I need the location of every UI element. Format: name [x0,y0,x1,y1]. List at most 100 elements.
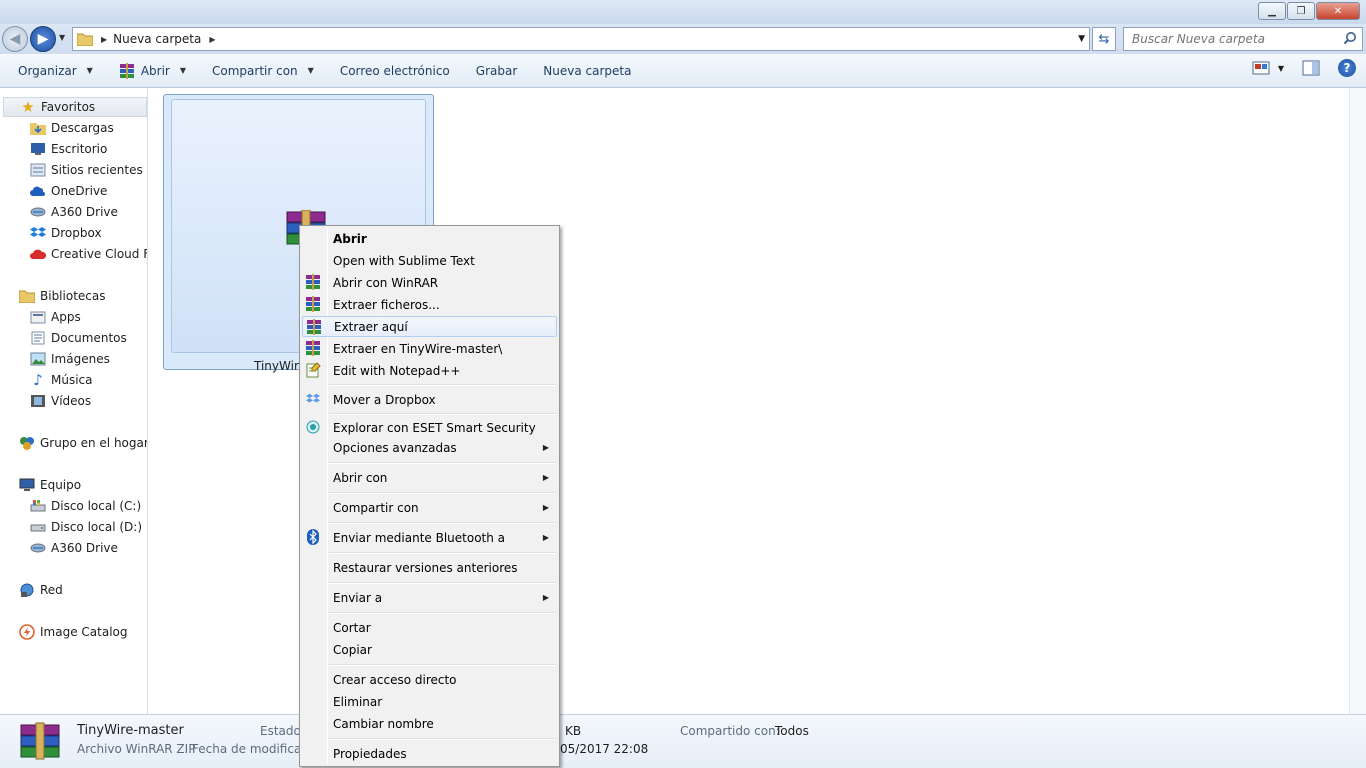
menu-item-move-to-dropbox[interactable]: Mover a Dropbox [302,389,557,410]
winrar-icon [305,274,321,290]
menu-item-label: Abrir con [333,470,388,485]
nav-item-pictures[interactable]: Imágenes [30,349,110,369]
breadcrumb-chevron-icon[interactable]: ▶ [209,35,215,44]
menu-item-cut[interactable]: Cortar [302,617,557,638]
menu-item-share-with[interactable]: Compartir con ▶ [302,497,557,518]
share-with-button[interactable]: Compartir con ▼ [199,58,327,84]
refresh-button[interactable]: ⇆ [1092,27,1116,51]
details-size-value: KB [565,724,582,738]
nav-item-disk-d[interactable]: Disco local (D:) [30,517,142,537]
menu-item-extract-files[interactable]: Extraer ficheros... [302,294,557,315]
menu-item-edit-notepadpp[interactable]: Edit with Notepad++ [302,360,557,381]
search-box[interactable] [1123,27,1363,51]
dropbox-icon [305,391,321,407]
winrar-icon [306,319,322,335]
menu-item-open[interactable]: Abrir [302,228,557,249]
menu-item-advanced-options[interactable]: Opciones avanzadas ▶ [302,437,557,458]
cloud-icon [30,183,46,199]
star-icon: ★ [21,98,35,116]
breadcrumb[interactable]: Nueva carpeta [113,32,201,46]
menu-separator [329,522,556,524]
network-icon [19,582,35,598]
search-input[interactable] [1124,28,1334,50]
nav-item-label: Disco local (D:) [51,520,143,534]
new-folder-label: Nueva carpeta [543,63,632,78]
maximize-button[interactable]: ❐ [1287,2,1315,20]
preview-pane-icon[interactable] [1302,60,1320,76]
nav-item-documents[interactable]: Documentos [30,328,127,348]
menu-item-extract-to-folder[interactable]: Extraer en TinyWire-master\ [302,338,557,359]
recent-pages-dropdown[interactable]: ▼ [59,33,65,42]
computer-icon [19,477,35,493]
email-label: Correo electrónico [339,63,450,78]
menu-item-label: Extraer aquí [334,319,408,334]
menu-item-open-with[interactable]: Abrir con ▶ [302,467,557,488]
menu-item-send-to[interactable]: Enviar a ▶ [302,587,557,608]
menu-item-create-shortcut[interactable]: Crear acceso directo [302,669,557,690]
nav-item-recent-places[interactable]: Sitios recientes [30,160,143,180]
homegroup-icon [19,435,35,451]
nav-item-desktop[interactable]: Escritorio [30,139,107,159]
menu-separator [329,413,556,415]
nav-homegroup[interactable]: Grupo en el hogar [19,433,147,453]
menu-item-extract-here[interactable]: Extraer aquí [302,316,557,337]
nav-item-label: Documentos [51,331,127,345]
navigation-pane: ★ Favoritos Descargas Escritorio Sitios … [0,88,148,714]
eset-icon [305,419,321,435]
menu-item-open-winrar[interactable]: Abrir con WinRAR [302,272,557,293]
back-button[interactable]: ◀ [2,26,28,52]
menu-item-open-sublime[interactable]: Open with Sublime Text [302,250,557,271]
menu-item-properties[interactable]: Propiedades [302,743,557,764]
minimize-button[interactable]: ▁ [1258,2,1286,20]
nav-item-videos[interactable]: Vídeos [30,391,91,411]
network-drive-icon [30,540,46,556]
address-dropdown-icon[interactable]: ▼ [1078,34,1085,44]
menu-item-label: Extraer ficheros... [333,297,440,312]
menu-item-send-bluetooth[interactable]: Enviar mediante Bluetooth a ▶ [302,527,557,548]
address-bar[interactable]: ▶ Nueva carpeta ▶ ▼ [72,27,1090,51]
nav-item-downloads[interactable]: Descargas [30,118,114,138]
menu-item-label: Cortar [333,620,371,635]
menu-item-copy[interactable]: Copiar [302,639,557,660]
nav-network[interactable]: Red [19,580,63,600]
organize-button[interactable]: Organizar ▼ [0,58,106,84]
menu-separator [329,738,556,740]
menu-item-label: Copiar [333,642,372,657]
view-icon [1252,61,1270,75]
menu-item-restore-versions[interactable]: Restaurar versiones anteriores [302,557,557,578]
forward-button[interactable]: ▶ [30,26,56,52]
address-row: ◀ ▶ ▼ ▶ Nueva carpeta ▶ ▼ ⇆ [0,24,1366,54]
nav-item-apps[interactable]: Apps [30,307,81,327]
nav-item-creative-cloud[interactable]: Creative Cloud Files [30,244,147,264]
menu-separator [329,664,556,666]
nav-image-catalog[interactable]: Image Catalog [19,622,127,642]
network-drive-icon [30,204,46,220]
nav-item-a360-drive[interactable]: A360 Drive [30,202,118,222]
menu-item-eset-scan[interactable]: Explorar con ESET Smart Security [302,417,557,438]
nav-item-a360-drive-2[interactable]: A360 Drive [30,538,118,558]
nav-item-disk-c[interactable]: Disco local (C:) [30,496,141,516]
close-button[interactable]: ✕ [1316,2,1360,20]
music-note-icon: ♪ [33,371,43,389]
email-button[interactable]: Correo electrónico [327,58,463,84]
nav-favorites[interactable]: ★ Favoritos [3,97,147,117]
nav-item-dropbox[interactable]: Dropbox [30,223,102,243]
open-button[interactable]: Abrir ▼ [106,58,199,84]
breadcrumb-separator-icon[interactable]: ▶ [101,35,107,44]
nav-libraries[interactable]: Bibliotecas [19,286,105,306]
winrar-icon [305,296,321,312]
nav-item-music[interactable]: ♪ Música [30,370,92,390]
burn-button[interactable]: Grabar [463,58,531,84]
nav-libraries-label: Bibliotecas [40,289,106,303]
nav-item-onedrive[interactable]: OneDrive [30,181,107,201]
search-icon[interactable] [1343,31,1357,45]
nav-item-label: Disco local (C:) [51,499,142,513]
help-icon[interactable]: ? [1338,59,1356,77]
menu-item-label: Enviar a [333,590,383,605]
change-view-button[interactable]: ▼ [1252,60,1284,76]
vertical-scrollbar[interactable] [1349,88,1366,714]
nav-computer[interactable]: Equipo [19,475,81,495]
new-folder-button[interactable]: Nueva carpeta [530,58,644,84]
menu-item-rename[interactable]: Cambiar nombre [302,713,557,734]
menu-item-delete[interactable]: Eliminar [302,691,557,712]
